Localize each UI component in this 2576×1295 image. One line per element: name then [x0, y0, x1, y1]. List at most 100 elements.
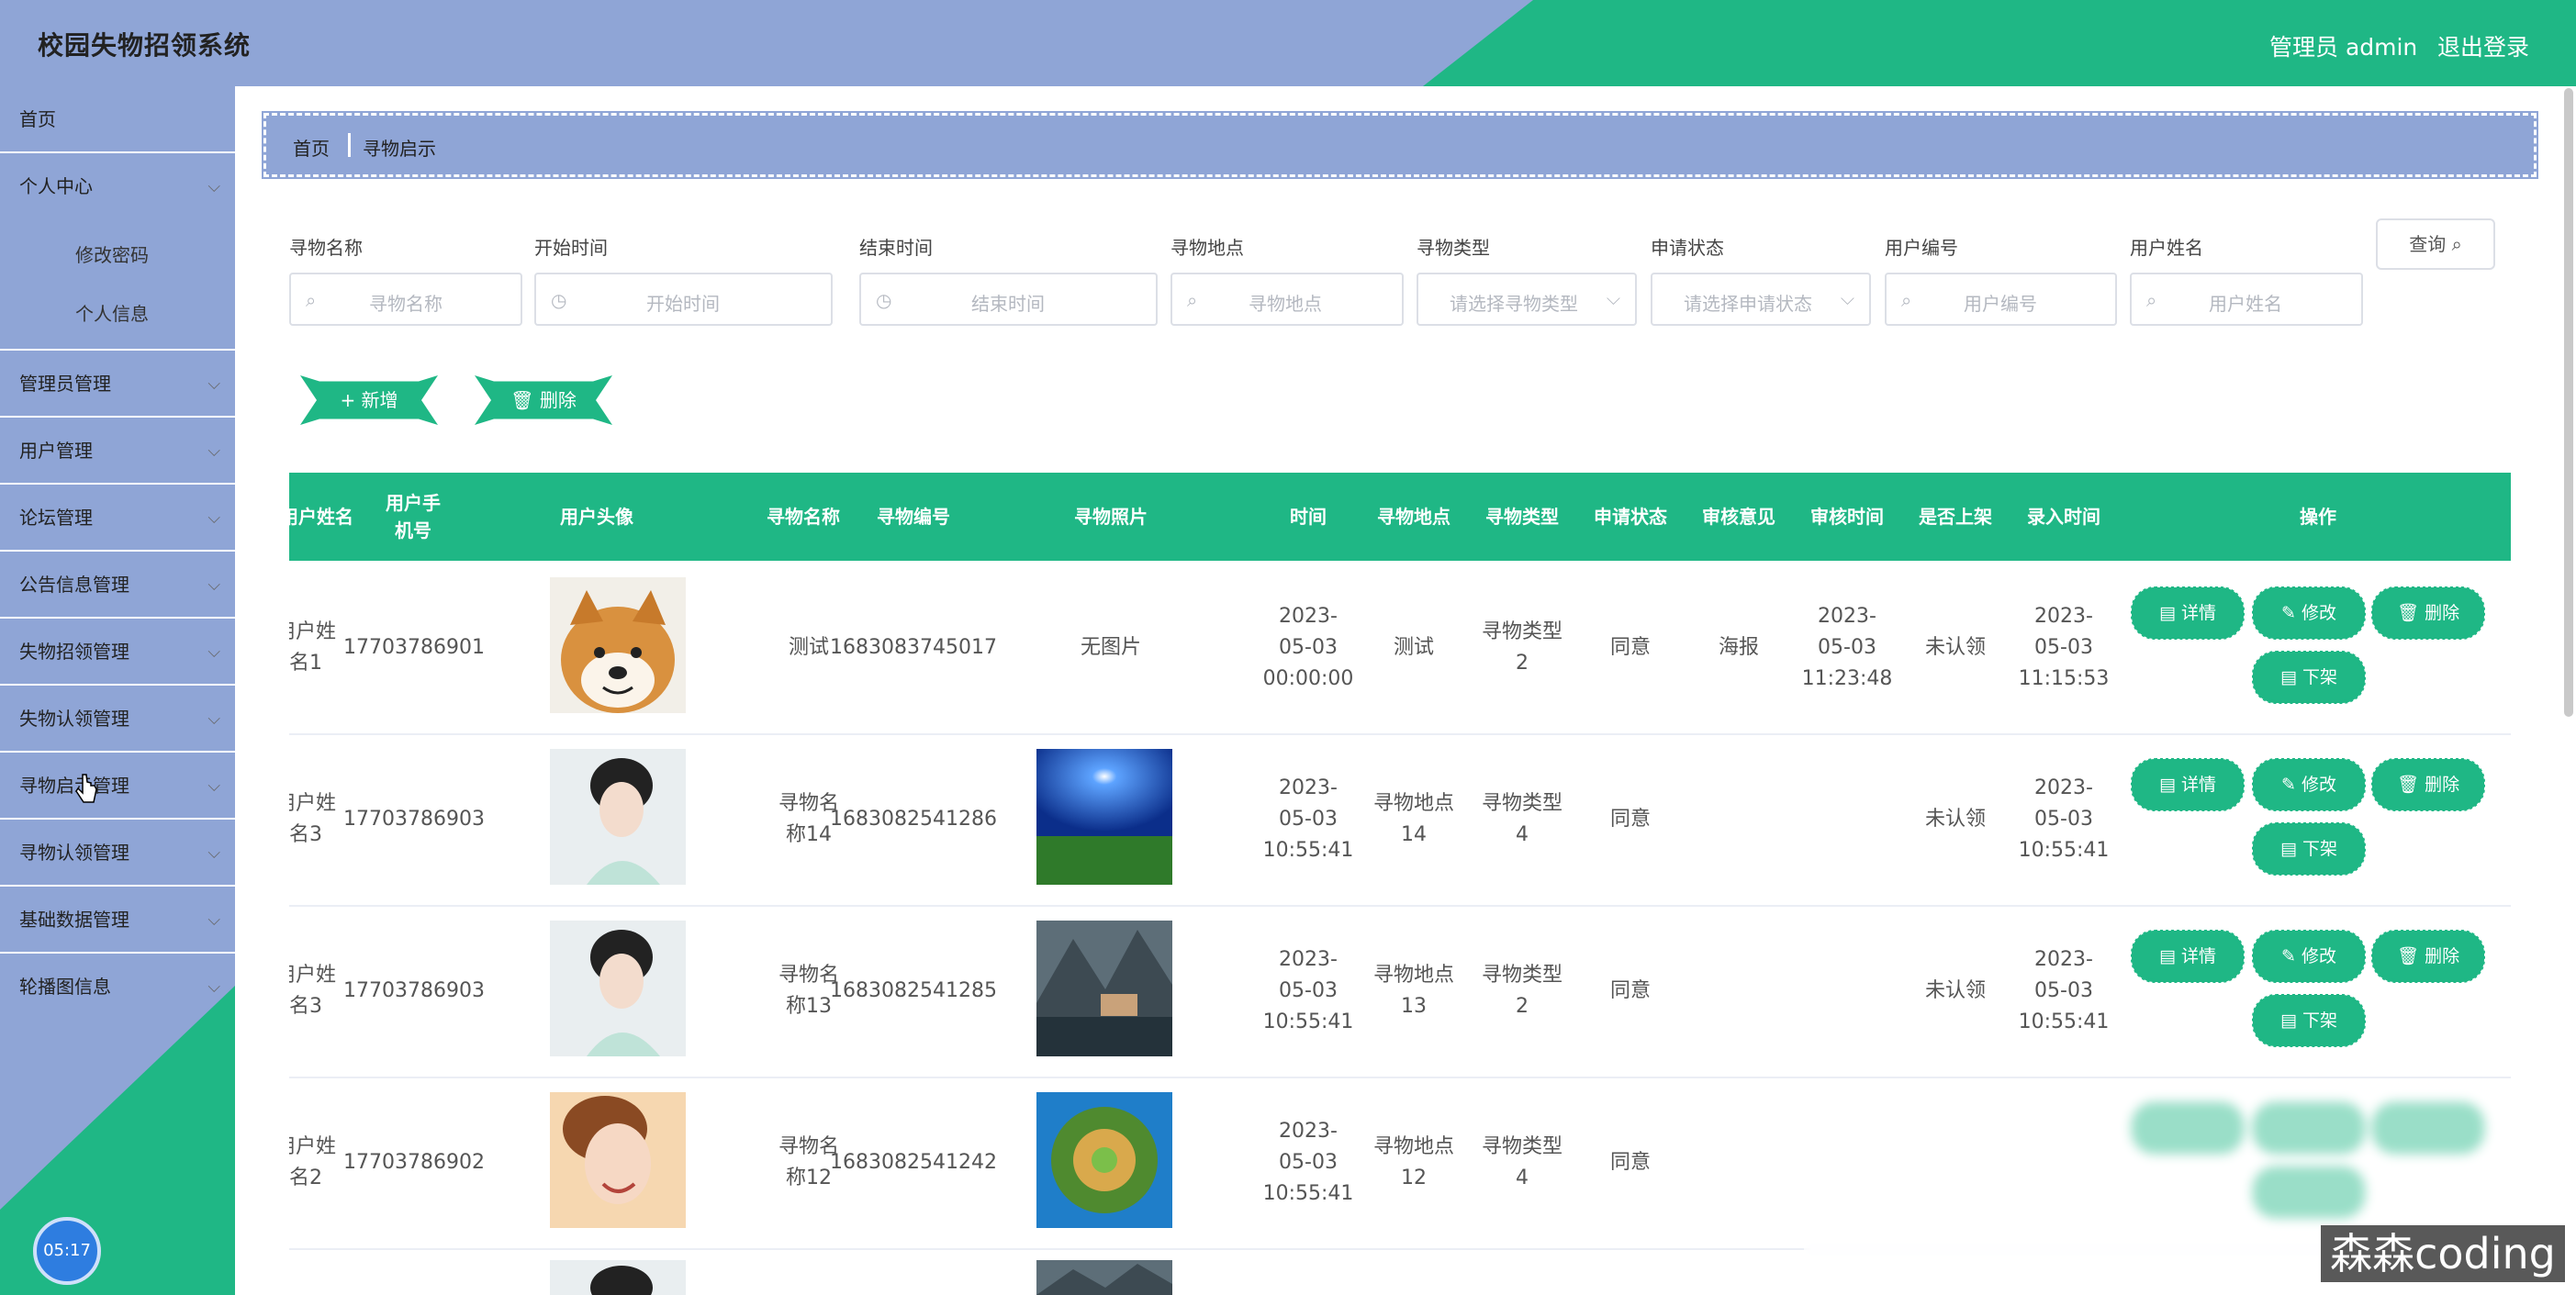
breadcrumb-home[interactable]: 首页 [293, 134, 330, 161]
sidebar-item-found-claim-management[interactable]: 失物认领管理 ⌵ [0, 686, 235, 753]
cell-status: 同意 [1609, 979, 1651, 1002]
cell-place: 寻物地点13 [1372, 964, 1454, 1018]
start-time-input[interactable]: ◷ 开始时间 [534, 273, 833, 326]
user-avatar [550, 577, 686, 713]
item-photo [1036, 1260, 1172, 1295]
table-row: 用户姓名3 17703786903 寻物名称13 1683082541285 2… [289, 906, 2511, 1078]
end-time-input[interactable]: ◷ 结束时间 [859, 273, 1158, 326]
sidebar-item-lost-claim-management[interactable]: 寻物认领管理 ⌵ [0, 820, 235, 887]
cell-entry-time: 2023-05-03 10:55:41 [2018, 948, 2110, 1033]
cell-item-no: 1683083745017 [830, 636, 997, 659]
sidebar-menu: 首页 个人中心 ⌵ 修改密码 个人信息 管理员管理 ⌵ 用户管理 ⌵ 论坛管理 ⌵ 公告… [0, 86, 235, 1021]
col-audit-time: 审核时间 [1810, 506, 1884, 528]
vertical-scrollbar[interactable] [2564, 88, 2573, 717]
logout-link[interactable]: 退出登录 [2437, 29, 2529, 62]
detail-button[interactable]: ▤ 详情 [2131, 930, 2245, 983]
user-avatar [550, 921, 686, 1056]
sidebar-item-found-items-management[interactable]: 失物招领管理 ⌵ [0, 619, 235, 686]
sidebar-item-label: 个人中心 [19, 175, 93, 197]
search-icon: ⌕ [1187, 289, 1198, 311]
col-item-name: 寻物名称 [767, 506, 840, 528]
personal-center-submenu: 修改密码 个人信息 [0, 220, 235, 351]
unshelf-button[interactable]: ▤ 下架 [2252, 651, 2366, 704]
col-user-phone: 用户手机号 [386, 492, 441, 541]
unshelf-button[interactable]: ▤ 下架 [2252, 994, 2366, 1047]
cell-type: 寻物类型4 [1481, 1135, 1562, 1189]
detail-button-label: 详情 [2180, 775, 2216, 795]
breadcrumb-current: 寻物启示 [363, 138, 436, 160]
cell-type: 寻物类型2 [1481, 964, 1562, 1018]
breadcrumb-divider [348, 133, 351, 157]
sidebar-item-personal-center[interactable]: 个人中心 ⌵ [0, 153, 235, 220]
delete-button[interactable]: 🗑 删除 [2371, 586, 2485, 640]
sidebar-item-admin-management[interactable]: 管理员管理 ⌵ [0, 351, 235, 418]
detail-button[interactable]: ▤ 详情 [2131, 586, 2245, 640]
sidebar: 首页 个人中心 ⌵ 修改密码 个人信息 管理员管理 ⌵ 用户管理 ⌵ 论坛管理 ⌵ 公告… [0, 86, 235, 1295]
cell-audit-time [1806, 734, 1888, 905]
col-entry-time: 录入时间 [2027, 506, 2100, 528]
detail-button[interactable]: ▤ 详情 [2131, 758, 2245, 811]
col-type: 寻物类型 [1485, 506, 1559, 528]
user-name-input[interactable]: ⌕ 用户姓名 [2130, 273, 2363, 326]
sidebar-item-label: 用户管理 [19, 440, 93, 462]
mouse-cursor-icon [75, 774, 97, 803]
document-icon: ▤ [2158, 946, 2176, 966]
type-select[interactable]: 请选择寻物类型 ⌵ [1417, 273, 1637, 326]
sidebar-item-user-management[interactable]: 用户管理 ⌵ [0, 418, 235, 485]
search-icon: ⌕ [1901, 289, 1912, 311]
item-photo [1036, 921, 1172, 1056]
chevron-down-icon: ⌵ [207, 709, 220, 729]
sidebar-item-carousel[interactable]: 轮播图信息 ⌵ [0, 954, 235, 1021]
status-select[interactable]: 请选择申请状态 ⌵ [1651, 273, 1871, 326]
delete-button-label: 删除 [2425, 946, 2460, 966]
col-opinion: 审核意见 [1702, 506, 1775, 528]
top-bar: 校园失物招领系统 管理员 admin 退出登录 [0, 0, 2576, 86]
sidebar-item-personal-info[interactable]: 个人信息 [0, 285, 235, 343]
clock-badge: 05:17 [33, 1217, 101, 1285]
edit-button[interactable]: ✎ 修改 [2252, 758, 2366, 811]
cell-user-name: 用户姓名2 [289, 1135, 336, 1189]
chevron-down-icon: ⌵ [1840, 287, 1854, 309]
delete-button[interactable]: 🗑 删除 [2371, 930, 2485, 983]
edit-button[interactable]: ✎ 修改 [2252, 586, 2366, 640]
table-row: 用户姓名3 17703786903 寻物名称14 1683082541286 2… [289, 734, 2511, 907]
item-name-input[interactable]: ⌕ 寻物名称 [289, 273, 522, 326]
cell-status: 同意 [1609, 636, 1651, 659]
sidebar-item-notice-management[interactable]: 公告信息管理 ⌵ [0, 552, 235, 619]
watermark: 森森coding [2321, 1225, 2565, 1282]
cell-shelf: 未认领 [1924, 808, 1986, 831]
sidebar-item-label: 失物认领管理 [19, 708, 129, 730]
sidebar-item-label: 公告信息管理 [19, 574, 129, 596]
current-user: 管理员 admin [2269, 34, 2418, 61]
col-shelf: 是否上架 [1919, 506, 1992, 528]
filter-label-place: 寻物地点 [1170, 237, 1244, 259]
sidebar-item-basic-data-management[interactable]: 基础数据管理 ⌵ [0, 887, 235, 954]
cell-opinion: 海报 [1718, 636, 1759, 659]
search-icon: ⌕ [2451, 233, 2462, 255]
query-button[interactable]: 查询 ⌕ [2376, 218, 2495, 270]
cell-user-name: 用户姓名3 [289, 964, 336, 1018]
col-time: 时间 [1290, 506, 1327, 528]
sidebar-item-forum-management[interactable]: 论坛管理 ⌵ [0, 485, 235, 552]
add-button[interactable]: + 新增 [300, 375, 438, 425]
user-avatar [550, 1260, 686, 1295]
sidebar-item-lost-notice-management[interactable]: 寻物启示管理 ⌵ [0, 753, 235, 820]
sidebar-item-change-password[interactable]: 修改密码 [0, 226, 235, 285]
user-no-input[interactable]: ⌕ 用户编号 [1885, 273, 2117, 326]
cell-user-phone: 17703786902 [343, 1151, 485, 1174]
user-avatar [550, 749, 686, 885]
edit-button[interactable]: ✎ 修改 [2252, 930, 2366, 983]
chevron-down-icon: ⌵ [207, 374, 220, 394]
batch-delete-button[interactable]: 🗑 删除 [475, 375, 612, 425]
cell-place: 寻物地点14 [1372, 792, 1454, 846]
pencil-icon: ✎ [2281, 603, 2296, 623]
cell-status: 同意 [1609, 808, 1651, 831]
sidebar-item-home[interactable]: 首页 [0, 86, 235, 153]
unshelf-button[interactable]: ▤ 下架 [2252, 822, 2366, 876]
unshelf-button-label: 下架 [2302, 667, 2337, 687]
delete-button-label: 删除 [539, 389, 577, 411]
place-input[interactable]: ⌕ 寻物地点 [1170, 273, 1404, 326]
col-item-photo: 寻物照片 [1074, 506, 1148, 528]
delete-button[interactable]: 🗑 删除 [2371, 758, 2485, 811]
chevron-down-icon: ⌵ [207, 575, 220, 595]
